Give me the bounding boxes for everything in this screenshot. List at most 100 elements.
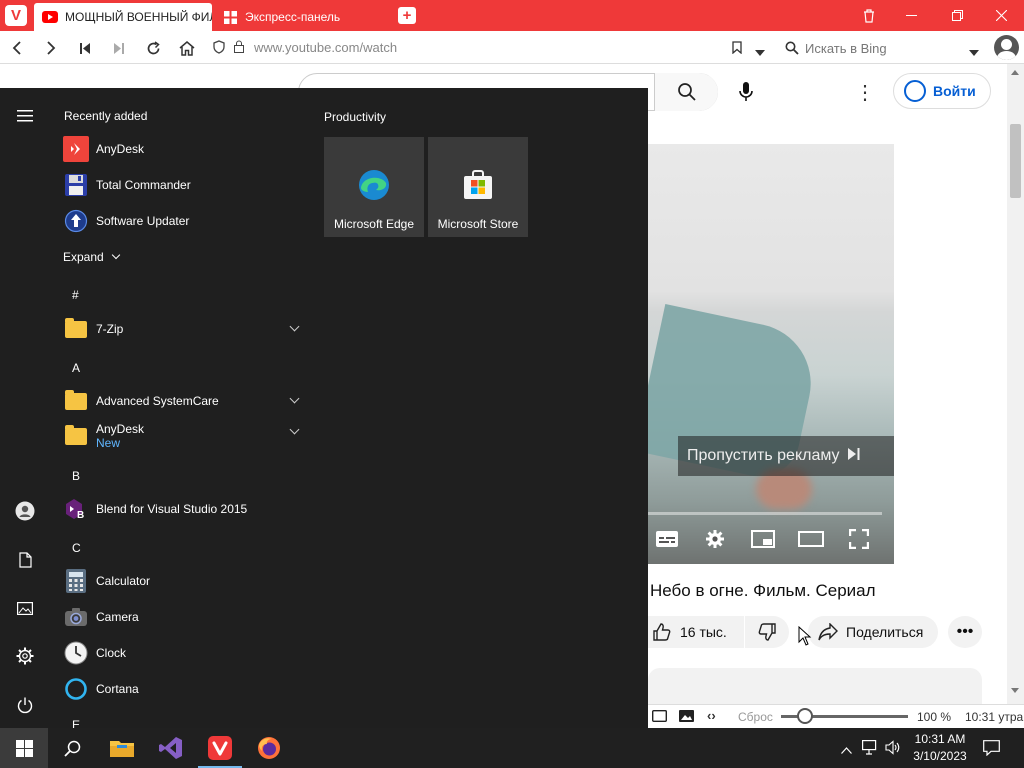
volume-icon[interactable]: [885, 740, 901, 758]
chevron-down-icon[interactable]: [289, 393, 300, 404]
settings-gear-icon[interactable]: [701, 527, 729, 551]
chevron-down-icon[interactable]: [289, 321, 300, 332]
search-icon: [677, 83, 696, 101]
tile-microsoft-edge[interactable]: Microsoft Edge: [324, 137, 424, 237]
taskbar-firefox[interactable]: [245, 728, 293, 768]
more-actions-button[interactable]: •••: [948, 616, 982, 648]
user-account-icon[interactable]: [12, 498, 38, 524]
search-field[interactable]: Искать в Bing: [779, 35, 987, 61]
app-anydesk-recent[interactable]: AnyDesk: [60, 132, 310, 166]
notifications-button[interactable]: [968, 728, 1014, 768]
tab-youtube[interactable]: МОЩНЫЙ ВОЕННЫЙ ФИЛЬ: [34, 3, 212, 31]
taskbar: 10:31 AM 3/10/2023: [0, 728, 1024, 768]
app-camera[interactable]: Camera: [60, 600, 310, 634]
bookmark-icon[interactable]: [732, 41, 742, 57]
productivity-heading: Productivity: [324, 110, 387, 124]
taskbar-file-explorer[interactable]: [98, 728, 146, 768]
app-software-updater[interactable]: Software Updater: [60, 204, 310, 238]
file-explorer-icon: [110, 740, 134, 757]
shield-icon[interactable]: [213, 40, 225, 57]
app-advanced-systemcare[interactable]: Advanced SystemCare: [60, 384, 310, 418]
chevron-down-icon[interactable]: [969, 44, 979, 59]
panel-toggle-icon[interactable]: [651, 709, 668, 725]
app-cortana[interactable]: Cortana: [60, 672, 310, 706]
settings-gear-icon[interactable]: [12, 643, 38, 669]
fullscreen-icon[interactable]: [845, 527, 873, 551]
restore-button[interactable]: [934, 0, 980, 31]
minimize-button[interactable]: [888, 0, 934, 31]
tile-label: Microsoft Store: [437, 217, 519, 231]
taskbar-visual-studio[interactable]: [147, 728, 195, 768]
signin-label: Войти: [933, 83, 976, 99]
letter-header-hash[interactable]: #: [72, 288, 79, 302]
desktop: V МОЩНЫЙ ВОЕННЫЙ ФИЛЬ Экспресс-панель +: [0, 0, 1024, 768]
letter-header-b[interactable]: B: [72, 469, 80, 483]
signin-button[interactable]: Войти: [893, 73, 991, 109]
lock-icon[interactable]: [234, 40, 244, 56]
theater-mode-icon[interactable]: [797, 527, 825, 551]
scrollbar-thumb[interactable]: [1010, 124, 1021, 198]
more-options-icon[interactable]: ⋮: [850, 74, 880, 110]
chevron-down-icon[interactable]: [755, 44, 765, 59]
trash-icon[interactable]: [846, 0, 892, 31]
image-toggle-icon[interactable]: [679, 710, 694, 725]
chevron-down-icon[interactable]: [289, 424, 300, 435]
page-scrollbar[interactable]: [1007, 64, 1024, 704]
expand-button[interactable]: Expand: [63, 250, 121, 264]
tab-title: Экспресс-панель: [245, 10, 341, 24]
tile-label: Microsoft Edge: [333, 217, 415, 231]
letter-header-a[interactable]: A: [72, 361, 80, 375]
profile-avatar[interactable]: [994, 35, 1019, 60]
fast-forward-button[interactable]: [108, 37, 130, 59]
app-total-commander[interactable]: Total Commander: [60, 168, 310, 202]
zoom-slider-knob[interactable]: [797, 708, 813, 724]
skip-ad-label: Пропустить рекламу: [687, 447, 840, 464]
taskbar-vivaldi[interactable]: [196, 728, 244, 768]
forward-button[interactable]: [40, 37, 62, 59]
like-button[interactable]: 16 тыс.: [648, 616, 744, 648]
skip-ad-button[interactable]: Пропустить рекламу: [678, 436, 894, 476]
zoom-reset-button[interactable]: Сброс: [738, 710, 773, 724]
share-icon: [818, 623, 838, 641]
hamburger-menu-icon[interactable]: [12, 103, 38, 129]
pictures-icon[interactable]: [12, 595, 38, 621]
chevron-up-icon[interactable]: [841, 742, 852, 757]
share-button[interactable]: Поделиться: [808, 616, 938, 648]
tile-microsoft-store[interactable]: Microsoft Store: [428, 137, 528, 237]
app-clock[interactable]: Clock: [60, 636, 310, 670]
url-field[interactable]: www.youtube.com/watch: [208, 35, 774, 61]
app-blend-visual-studio[interactable]: B Blend for Visual Studio 2015: [60, 492, 310, 526]
new-tab-button[interactable]: +: [398, 7, 416, 24]
rewind-button[interactable]: [74, 37, 96, 59]
tab-speed-dial[interactable]: Экспресс-панель: [214, 3, 392, 31]
network-icon[interactable]: [862, 740, 878, 758]
description-box[interactable]: [648, 668, 982, 704]
status-clock: 10:31 утра: [965, 710, 1024, 724]
search-button[interactable]: [48, 728, 96, 768]
start-button[interactable]: [0, 728, 48, 768]
close-button[interactable]: [978, 0, 1024, 31]
back-button[interactable]: [6, 37, 28, 59]
app-anydesk-folder[interactable]: AnyDesk New: [60, 419, 310, 453]
url-text: www.youtube.com/watch: [254, 40, 398, 55]
video-progress-bar[interactable]: [648, 512, 882, 515]
code-icon[interactable]: ‹›: [707, 708, 716, 723]
letter-header-e[interactable]: E: [72, 718, 80, 728]
youtube-search-button[interactable]: [654, 73, 718, 111]
microphone-icon[interactable]: [728, 74, 764, 110]
documents-icon[interactable]: [12, 547, 38, 573]
letter-header-c[interactable]: C: [72, 541, 81, 555]
search-engine-icon[interactable]: [785, 41, 799, 58]
dislike-button[interactable]: [745, 616, 789, 648]
home-icon[interactable]: [176, 37, 198, 59]
power-icon[interactable]: [12, 692, 38, 718]
miniplayer-icon[interactable]: [749, 527, 777, 551]
app-7-zip[interactable]: 7-Zip: [60, 312, 310, 346]
youtube-icon: [42, 9, 58, 25]
subtitles-icon[interactable]: [653, 527, 681, 551]
vivaldi-menu-icon[interactable]: V: [5, 5, 27, 26]
app-calculator[interactable]: Calculator: [60, 564, 310, 598]
video-player[interactable]: [648, 144, 894, 564]
reload-icon[interactable]: [142, 37, 164, 59]
new-badge: New: [96, 436, 121, 450]
